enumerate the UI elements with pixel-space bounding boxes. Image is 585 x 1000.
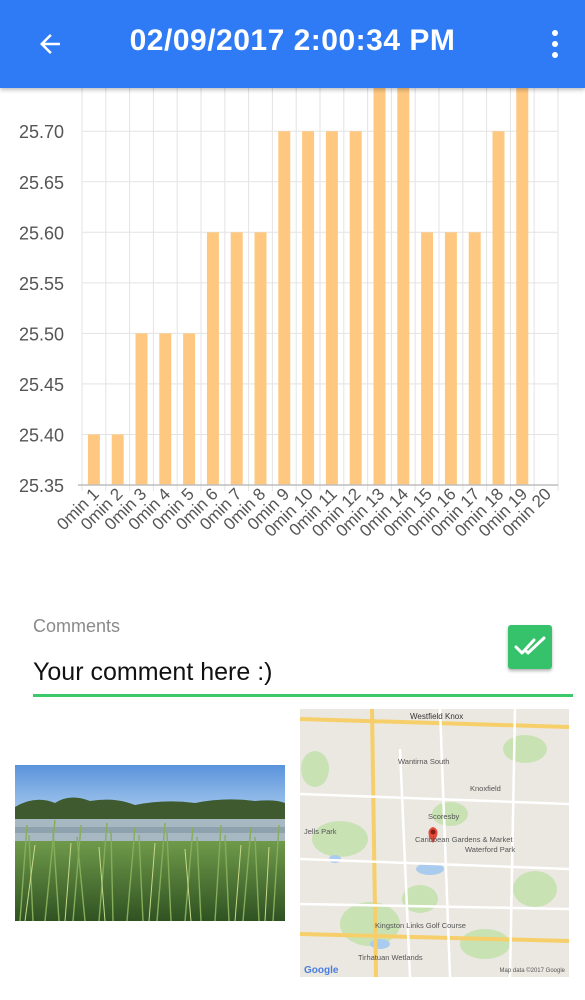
- map-label: Knoxfield: [470, 784, 501, 793]
- app-bar: 02/09/2017 2:00:34 PM: [0, 0, 585, 88]
- bar[interactable]: [159, 333, 172, 485]
- google-logo: Google: [304, 965, 339, 976]
- map-label: Wantirna South: [398, 757, 450, 766]
- y-tick-label: 25.55: [19, 274, 64, 294]
- submit-comment-button[interactable]: [508, 625, 552, 669]
- bar[interactable]: [492, 131, 505, 485]
- map-label: Caribbean Gardens & Market: [415, 835, 513, 844]
- lake-photo[interactable]: [15, 765, 285, 921]
- bar[interactable]: [444, 232, 457, 485]
- map-label: Waterford Park: [465, 845, 516, 854]
- bar[interactable]: [302, 131, 315, 485]
- y-tick-label: 25.60: [19, 223, 64, 243]
- overflow-menu-button[interactable]: [545, 22, 565, 66]
- bar[interactable]: [349, 131, 362, 485]
- map-label: Scoresby: [428, 812, 460, 821]
- location-map[interactable]: Westfield Knox Wantirna South Knoxfield …: [300, 709, 569, 977]
- bar[interactable]: [421, 232, 434, 485]
- bar[interactable]: [254, 232, 267, 485]
- bar[interactable]: [325, 131, 338, 485]
- bar[interactable]: [278, 131, 291, 485]
- bar[interactable]: [183, 333, 196, 485]
- bar[interactable]: [516, 88, 529, 485]
- map-label: Westfield Knox: [410, 712, 464, 721]
- page-title: 02/09/2017 2:00:34 PM: [129, 24, 456, 57]
- map-label: Tirhatuan Wetlands: [358, 953, 423, 962]
- bar[interactable]: [373, 88, 386, 485]
- y-tick-label: 25.40: [19, 425, 64, 445]
- bar[interactable]: [206, 232, 219, 485]
- y-tick-label: 25.45: [19, 375, 64, 395]
- y-tick-label: 25.35: [19, 476, 64, 496]
- map-label: Jells Park: [304, 827, 337, 836]
- comments-label: Comments: [33, 616, 121, 636]
- map-attribution: Map data ©2017 Google: [499, 968, 565, 974]
- bar[interactable]: [397, 88, 410, 485]
- bar[interactable]: [135, 333, 148, 485]
- y-tick-label: 25.50: [19, 324, 64, 344]
- double-check-icon: [514, 636, 546, 655]
- y-tick-label: 25.65: [19, 173, 64, 193]
- bar[interactable]: [87, 434, 100, 485]
- bar[interactable]: [230, 232, 243, 485]
- bar[interactable]: [111, 434, 124, 485]
- y-tick-label: 25.70: [19, 122, 64, 142]
- more-vert-icon: [552, 30, 558, 36]
- map-label: Kingston Links Golf Course: [375, 921, 466, 930]
- comment-input[interactable]: [33, 650, 573, 697]
- bar[interactable]: [468, 232, 481, 485]
- bar-chart: 25.35 25.40 25.45 25.50 25.55 25.60 25.65 25.70…: [19, 88, 559, 541]
